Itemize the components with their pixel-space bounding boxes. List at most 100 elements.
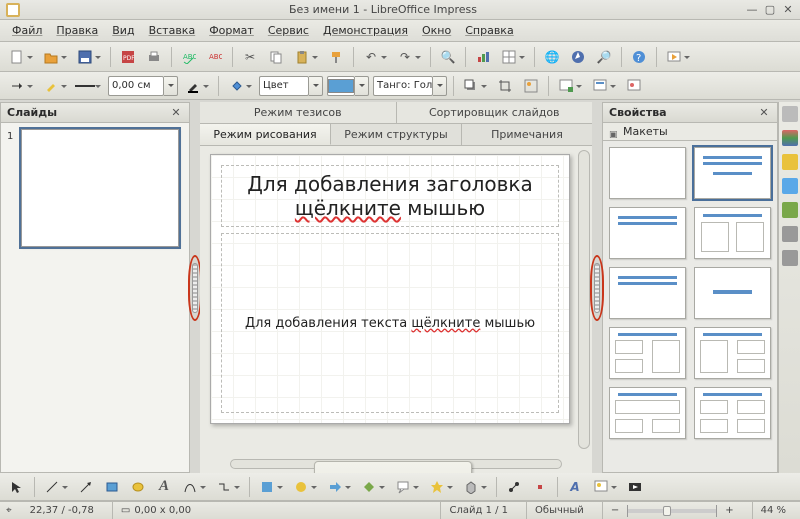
layout-3boxes[interactable] xyxy=(609,387,686,439)
open-button[interactable] xyxy=(40,46,62,68)
fill-type-value[interactable]: Цвет xyxy=(259,76,309,96)
highlight-button[interactable] xyxy=(40,75,62,97)
left-splitter[interactable] xyxy=(190,102,200,473)
from-file-tool[interactable] xyxy=(590,476,612,498)
arrow-style-button[interactable] xyxy=(6,75,28,97)
layout-title-content[interactable] xyxy=(694,147,771,199)
print-button[interactable] xyxy=(143,46,165,68)
tab-outline-mode[interactable]: Режим тезисов xyxy=(200,102,397,123)
fill-type-combo[interactable]: Цвет xyxy=(259,76,323,96)
line-color-button[interactable] xyxy=(182,75,204,97)
layouts-section-header[interactable]: Макеты xyxy=(603,123,777,141)
status-zoom-value[interactable]: 44 % xyxy=(752,502,794,519)
menu-edit[interactable]: Правка xyxy=(50,22,104,39)
text-tool[interactable]: A xyxy=(153,476,175,498)
line-tool[interactable] xyxy=(41,476,63,498)
points-edit-tool[interactable] xyxy=(503,476,525,498)
fill-type-arrow[interactable] xyxy=(309,76,323,96)
save-button[interactable] xyxy=(74,46,96,68)
title-placeholder[interactable]: Для добавления заголовка щёлкните мышью xyxy=(221,165,559,227)
help-button[interactable]: ? xyxy=(628,46,650,68)
line-width-field[interactable]: 0,00 см xyxy=(108,76,178,96)
slide-thumb-1[interactable] xyxy=(21,129,179,247)
layout-centered[interactable] xyxy=(694,267,771,319)
canvas-viewport[interactable]: Для добавления заголовка щёлкните мышью … xyxy=(204,150,576,453)
menu-window[interactable]: Окно xyxy=(416,22,457,39)
properties-panel-close-icon[interactable]: ✕ xyxy=(757,106,771,120)
right-splitter[interactable] xyxy=(592,102,602,473)
arrow-shapes-tool[interactable] xyxy=(324,476,346,498)
slide-thumb-row[interactable]: 1 xyxy=(7,129,183,247)
menu-help[interactable]: Справка xyxy=(459,22,519,39)
redo-button[interactable]: ↷ xyxy=(394,46,416,68)
zoom-slider[interactable] xyxy=(627,509,717,513)
tab-outline[interactable]: Режим структуры xyxy=(331,124,462,145)
zoom-out-icon[interactable]: − xyxy=(611,505,619,516)
gradient-combo[interactable]: Танго: Голубой xyxy=(373,76,447,96)
strip-master-icon[interactable] xyxy=(782,154,798,170)
zoom-button[interactable]: 🔎 xyxy=(593,46,615,68)
hyperlink-button[interactable]: 🌐 xyxy=(541,46,563,68)
rect-tool[interactable] xyxy=(101,476,123,498)
layout-content-2x2a[interactable] xyxy=(609,327,686,379)
slideshow-button[interactable] xyxy=(663,46,685,68)
zoom-knob[interactable] xyxy=(663,506,671,516)
menu-file[interactable]: Файл xyxy=(6,22,48,39)
glue-points-tool[interactable] xyxy=(529,476,551,498)
layout-title-only[interactable] xyxy=(609,207,686,259)
layout-title-bar[interactable] xyxy=(609,267,686,319)
fill-color-combo[interactable] xyxy=(327,76,369,96)
select-tool[interactable] xyxy=(6,476,28,498)
slide-layout-button[interactable] xyxy=(589,75,611,97)
menu-format[interactable]: Формат xyxy=(203,22,260,39)
menu-insert[interactable]: Вставка xyxy=(143,22,202,39)
crop-button[interactable] xyxy=(494,75,516,97)
status-layout-name[interactable]: Обычный xyxy=(526,502,592,519)
tab-normal[interactable]: Режим рисования xyxy=(200,124,331,145)
strip-transition-icon[interactable] xyxy=(782,202,798,218)
undo-button[interactable]: ↶ xyxy=(360,46,382,68)
content-placeholder[interactable]: Для добавления текста щёлкните мышью xyxy=(221,233,559,413)
layout-content-2x2b[interactable] xyxy=(694,327,771,379)
basic-shapes-tool[interactable] xyxy=(256,476,278,498)
find-button[interactable]: 🔍 xyxy=(437,46,459,68)
line-width-value[interactable]: 0,00 см xyxy=(108,76,164,96)
strip-styles-icon[interactable] xyxy=(782,226,798,242)
filter-button[interactable] xyxy=(520,75,542,97)
strip-gallery-icon[interactable] xyxy=(782,130,798,146)
shadow-button[interactable] xyxy=(460,75,482,97)
slide-design-button[interactable] xyxy=(623,75,645,97)
layout-two-content[interactable] xyxy=(694,207,771,259)
flowchart-tool[interactable] xyxy=(358,476,380,498)
3d-tool[interactable] xyxy=(460,476,482,498)
tab-notes[interactable]: Примечания xyxy=(462,124,592,145)
maximize-icon[interactable]: ▢ xyxy=(764,4,776,16)
slide-canvas[interactable]: Для добавления заголовка щёлкните мышью … xyxy=(210,154,570,424)
vertical-scrollbar[interactable] xyxy=(578,150,590,449)
fontwork-tool[interactable]: A xyxy=(564,476,586,498)
fill-bucket-button[interactable] xyxy=(225,75,247,97)
strip-animation-icon[interactable] xyxy=(782,178,798,194)
minimize-icon[interactable]: — xyxy=(746,4,758,16)
layout-4boxes[interactable] xyxy=(694,387,771,439)
table-button[interactable] xyxy=(498,46,520,68)
symbol-shapes-tool[interactable] xyxy=(290,476,312,498)
format-paint-button[interactable] xyxy=(325,46,347,68)
paste-button[interactable] xyxy=(291,46,313,68)
tab-slide-sorter[interactable]: Сортировщик слайдов xyxy=(397,102,593,123)
zoom-in-icon[interactable]: + xyxy=(725,505,733,516)
menu-tools[interactable]: Сервис xyxy=(262,22,315,39)
new-doc-button[interactable] xyxy=(6,46,28,68)
menu-view[interactable]: Вид xyxy=(106,22,140,39)
callout-tool[interactable] xyxy=(392,476,414,498)
media-tool[interactable] xyxy=(624,476,646,498)
navigator-button[interactable] xyxy=(567,46,589,68)
gradient-value[interactable]: Танго: Голубой xyxy=(373,76,433,96)
stars-tool[interactable] xyxy=(426,476,448,498)
fill-color-arrow[interactable] xyxy=(355,76,369,96)
connector-tool[interactable] xyxy=(213,476,235,498)
copy-button[interactable] xyxy=(265,46,287,68)
auto-spellcheck-button[interactable]: ABC xyxy=(204,46,226,68)
new-slide-button[interactable] xyxy=(555,75,577,97)
gradient-arrow[interactable] xyxy=(433,76,447,96)
